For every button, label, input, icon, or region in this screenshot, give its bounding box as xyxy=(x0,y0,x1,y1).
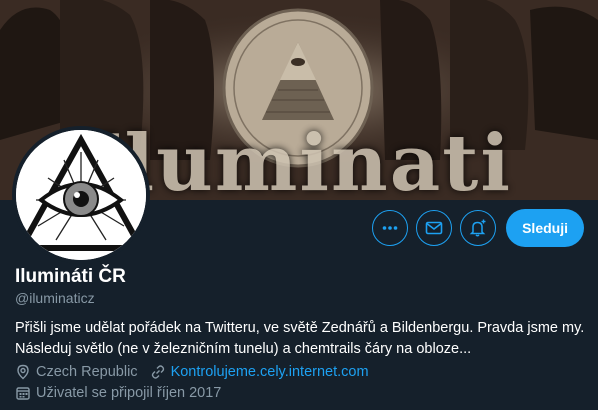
website-link[interactable]: Kontrolujeme.cely.internet.com xyxy=(171,364,369,380)
joined-text: Uživatel se připojil říjen 2017 xyxy=(36,385,222,401)
profile-meta-row: Czech Republic Kontrolujeme.cely.interne… xyxy=(15,364,381,380)
location-pin-icon xyxy=(17,364,29,380)
notifications-button[interactable] xyxy=(460,210,497,246)
bell-plus-icon xyxy=(469,219,486,237)
location-text: Czech Republic xyxy=(36,364,138,380)
profile-bio: Přišli jsme udělat pořádek na Twitteru, … xyxy=(15,320,585,357)
profile-handle: @iluminaticz xyxy=(15,290,95,306)
joined-row: Uživatel se připojil říjen 2017 xyxy=(15,385,233,401)
avatar[interactable] xyxy=(12,126,150,264)
profile-name: Ilumináti ČR xyxy=(15,266,126,287)
message-button[interactable] xyxy=(416,210,453,246)
website[interactable]: Kontrolujeme.cely.internet.com xyxy=(150,364,369,380)
profile-actions: Sleduji xyxy=(372,209,584,247)
envelope-icon xyxy=(425,221,443,235)
eye-pyramid-icon xyxy=(16,130,146,260)
link-icon xyxy=(151,365,164,379)
calendar-icon xyxy=(16,387,30,400)
location: Czech Republic xyxy=(15,364,138,380)
joined: Uživatel se připojil říjen 2017 xyxy=(15,385,221,401)
following-button[interactable]: Sleduji xyxy=(506,209,584,247)
more-icon xyxy=(382,226,398,230)
more-options-button[interactable] xyxy=(372,210,409,246)
